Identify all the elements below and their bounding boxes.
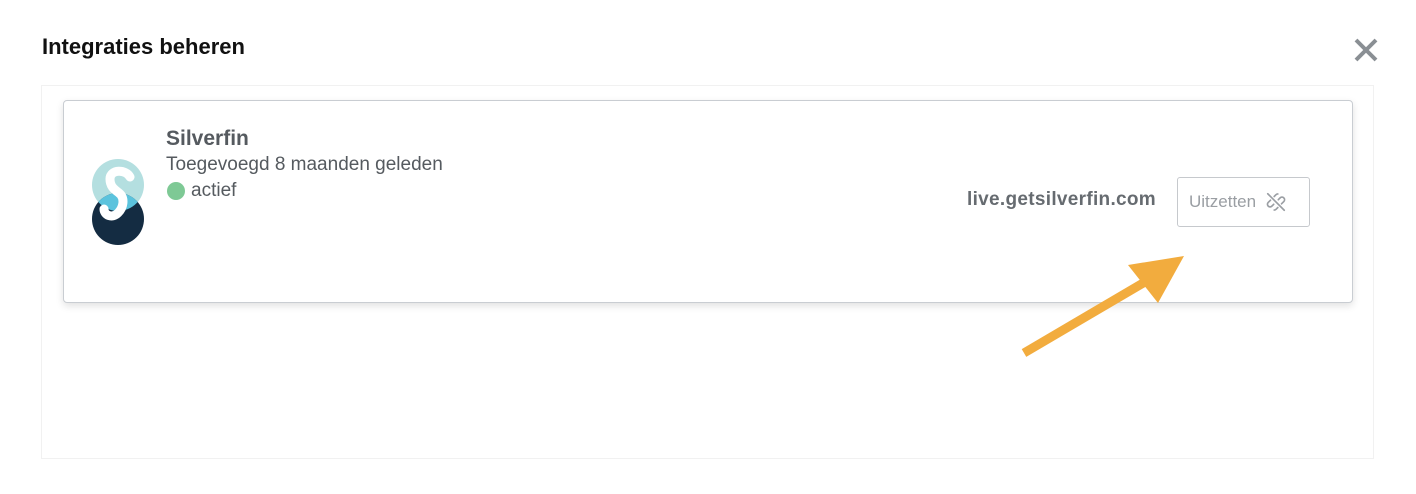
integration-info: Silverfin Toegevoegd 8 maanden geleden a… [166, 126, 443, 204]
silverfin-logo [90, 157, 146, 247]
close-icon [1354, 38, 1378, 62]
arrow-annotation [1021, 256, 1184, 357]
status-dot-icon [167, 182, 185, 200]
disable-button-label: Uitzetten [1189, 192, 1257, 211]
modal-title: Integraties beheren [42, 34, 245, 59]
disable-button[interactable]: Uitzetten [1177, 177, 1310, 227]
integration-added-date: Toegevoegd 8 maanden geleden [166, 154, 443, 175]
integration-name: Silverfin [166, 127, 249, 150]
integration-url: live.getsilverfin.com [967, 189, 1156, 210]
status-label: actief [191, 180, 237, 201]
close-button[interactable] [1350, 34, 1382, 66]
integrations-modal: Integraties beheren Silverfin Toegevoegd… [0, 0, 1416, 494]
unlink-icon [1266, 192, 1286, 212]
integration-status: actief [166, 178, 443, 204]
